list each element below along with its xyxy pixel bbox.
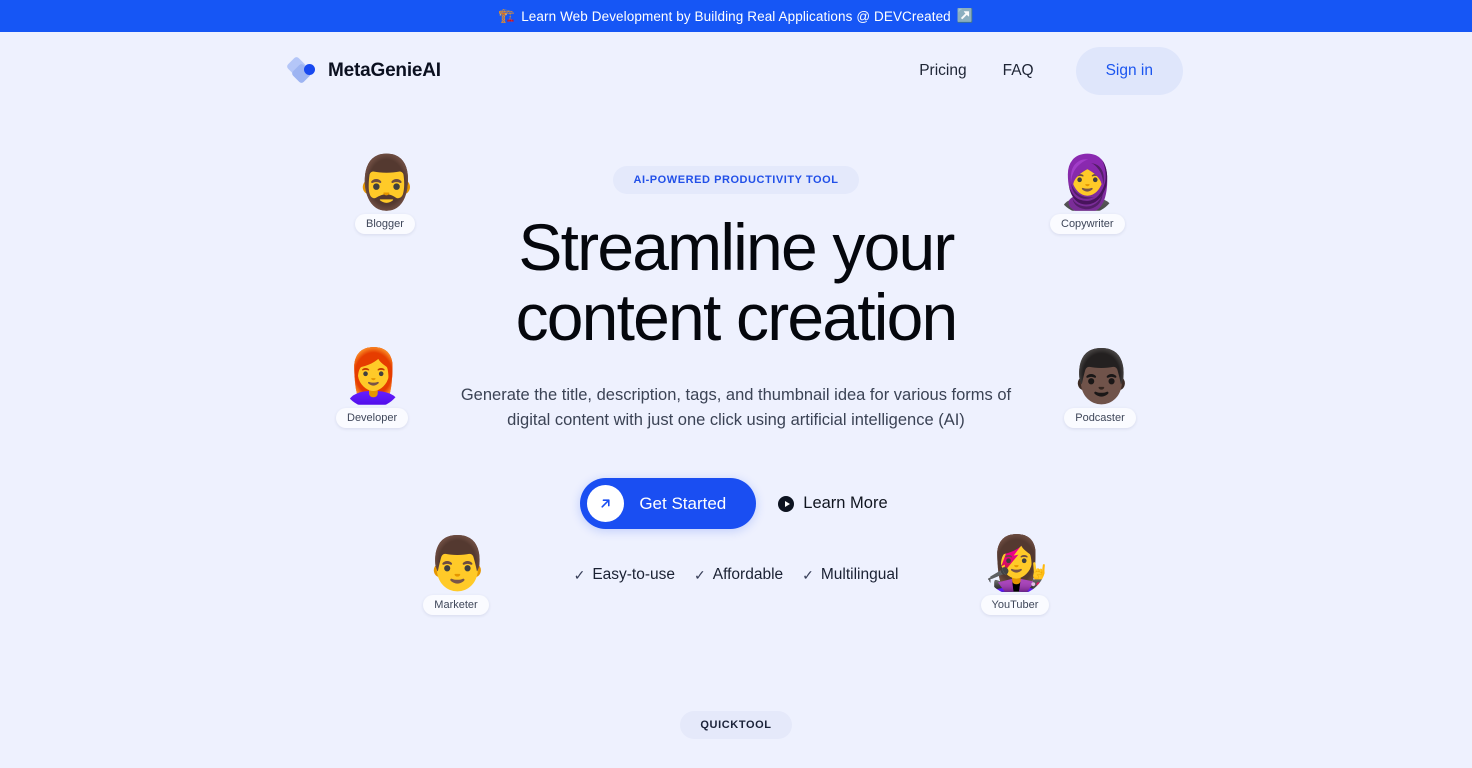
get-started-label: Get Started <box>639 493 727 513</box>
feature-label: Affordable <box>712 566 784 584</box>
hero-section: AI-POWERED PRODUCTIVITY TOOL Streamline … <box>0 110 1472 615</box>
check-icon: ✓ <box>694 567 706 584</box>
feature-item: ✓ Affordable <box>694 566 783 584</box>
learn-more-label: Learn More <box>803 494 888 513</box>
persona-avatar-label: Podcaster <box>1064 408 1136 428</box>
announcement-text: 🏗️ Learn Web Development by Building Rea… <box>498 9 973 24</box>
brand-name: MetaGenieAI <box>328 60 441 81</box>
main-navigation: Pricing FAQ Sign in <box>903 47 1183 95</box>
persona-avatar-label: Blogger <box>355 214 415 234</box>
persona-avatar-card: 👨🏿 Podcaster <box>1064 346 1136 428</box>
persona-avatar-card: 🧕 Copywriter <box>1050 152 1125 234</box>
brand-logo[interactable]: MetaGenieAI <box>285 55 441 85</box>
avatar: 🧕 <box>1055 154 1117 212</box>
hero-badge: AI-POWERED PRODUCTIVITY TOOL <box>613 166 859 194</box>
feature-item: ✓ Multilingual <box>802 566 898 584</box>
announcement-label: Learn Web Development by Building Real A… <box>521 8 951 24</box>
page-title: Streamline your content creation <box>515 210 959 354</box>
cta-row: Get Started Learn More <box>0 478 1472 530</box>
learn-more-button[interactable]: Learn More <box>774 486 891 521</box>
site-header: MetaGenieAI Pricing FAQ Sign in <box>0 32 1472 110</box>
avatar: 👩‍🦰 <box>341 348 403 406</box>
quicktool-title: Generate Content <box>0 760 1472 768</box>
hero-subtitle: Generate the title, description, tags, a… <box>460 385 1012 430</box>
avatar: 👨 <box>425 535 487 593</box>
persona-avatar-label: Marketer <box>423 595 489 615</box>
persona-avatar-label: YouTuber <box>980 595 1050 615</box>
construction-emoji-icon: 🏗️ <box>498 8 516 24</box>
check-icon: ✓ <box>802 567 814 584</box>
diamond-stack-logo-icon <box>285 55 317 85</box>
announcement-bar[interactable]: 🏗️ Learn Web Development by Building Rea… <box>0 0 1472 32</box>
feature-list: ✓ Easy-to-use ✓ Affordable ✓ Multilingua… <box>0 566 1472 584</box>
sign-in-button[interactable]: Sign in <box>1075 47 1183 95</box>
avatar: 👨🏿 <box>1069 348 1131 406</box>
avatar: 🧔‍♂️ <box>354 154 416 212</box>
get-started-button[interactable]: Get Started <box>580 478 757 530</box>
play-icon <box>778 495 795 512</box>
arrow-up-right-emoji-icon: ↗️ <box>956 8 974 24</box>
persona-avatar-card: 👨 Marketer <box>420 533 492 615</box>
check-icon: ✓ <box>573 567 586 584</box>
persona-avatar-label: Copywriter <box>1050 214 1125 234</box>
nav-item-pricing[interactable]: Pricing <box>903 52 982 90</box>
quicktool-section: QUICKTOOL Generate Content <box>0 711 1472 768</box>
avatar: 👩‍🎤 <box>984 535 1046 593</box>
feature-item: ✓ Easy-to-use <box>574 566 675 584</box>
quicktool-badge: QUICKTOOL <box>680 711 792 739</box>
nav-item-faq[interactable]: FAQ <box>987 52 1050 90</box>
arrow-up-right-icon <box>587 485 625 523</box>
feature-label: Multilingual <box>820 566 899 584</box>
persona-avatar-card: 👩‍🦰 Developer <box>336 346 409 428</box>
persona-avatar-card: 👩‍🎤 YouTuber <box>979 533 1051 615</box>
persona-avatar-label: Developer <box>336 408 409 428</box>
persona-avatar-card: 🧔‍♂️ Blogger <box>349 152 421 234</box>
feature-label: Easy-to-use <box>592 566 676 584</box>
